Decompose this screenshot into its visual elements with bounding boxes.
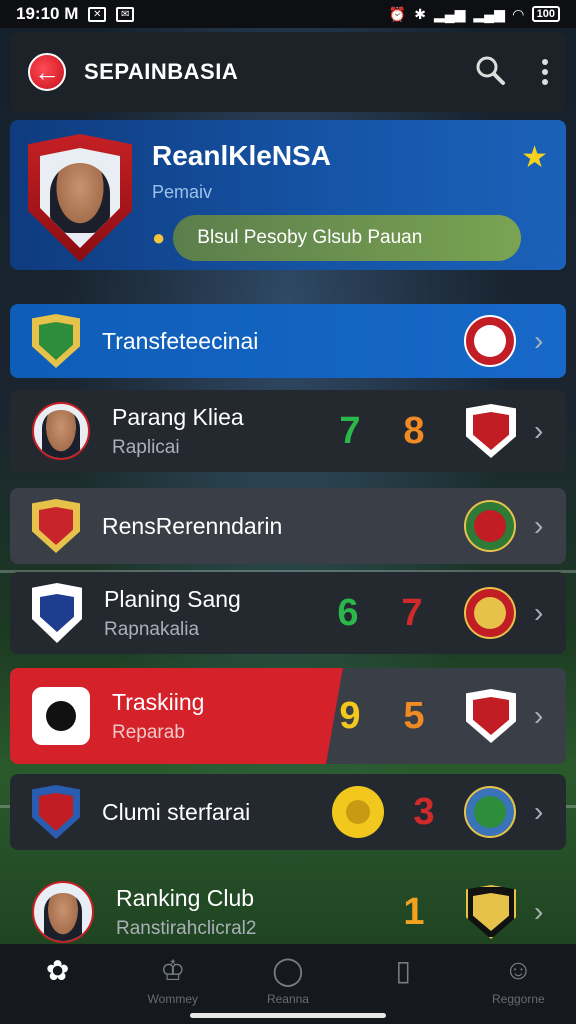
document-icon: ▯ bbox=[395, 955, 411, 986]
score-right: 5 bbox=[403, 694, 425, 737]
row-subtitle: Ranstirahclicral2 bbox=[116, 917, 257, 939]
club-pill-button[interactable]: Blsul Pesoby Glsub Pauan bbox=[173, 215, 522, 261]
score-right: 3 bbox=[413, 790, 435, 833]
nav-docs[interactable]: ▯ bbox=[353, 954, 453, 992]
nav-women[interactable]: ♔ Wommey bbox=[123, 954, 223, 1006]
club-crest-icon bbox=[464, 500, 516, 552]
score-left: 7 bbox=[339, 409, 361, 452]
player-photo bbox=[50, 163, 110, 233]
club-crest-icon bbox=[466, 689, 516, 743]
club-crest-icon bbox=[464, 315, 516, 367]
club-badge-icon bbox=[32, 314, 80, 368]
list-item[interactable]: Parang Kliea Raplicai 7 8 › bbox=[10, 390, 566, 472]
score-left: 6 bbox=[337, 591, 359, 634]
list-item[interactable]: Planing Sang Rapnakalia 6 7 › bbox=[10, 572, 566, 654]
list-item[interactable]: Ranking Club Ranstirahclicral2 1 › bbox=[10, 870, 566, 954]
profile-subtitle: Pemaiv bbox=[152, 182, 213, 202]
club-crest-icon bbox=[466, 885, 516, 939]
chevron-right-icon: › bbox=[534, 597, 544, 628]
chevron-right-icon: › bbox=[534, 325, 544, 356]
player-crest bbox=[28, 134, 132, 262]
search-icon[interactable] bbox=[474, 54, 506, 91]
chevron-right-icon: › bbox=[534, 700, 544, 731]
nav-reanna[interactable]: ◯ Reanna bbox=[238, 954, 338, 1006]
chevron-right-icon: › bbox=[534, 796, 544, 827]
club-badge-icon bbox=[32, 687, 90, 745]
avatar bbox=[32, 881, 94, 943]
row-title: Ranking Club bbox=[116, 884, 255, 911]
chevron-right-icon: › bbox=[534, 896, 544, 927]
avatar bbox=[32, 402, 90, 460]
ball-icon: ◯ bbox=[272, 955, 304, 986]
signal-icon-2: ▂▄▆ bbox=[473, 5, 505, 22]
list-item[interactable]: RensRerenndarin › bbox=[10, 488, 566, 564]
club-badge-icon bbox=[32, 499, 80, 553]
club-crest-icon bbox=[464, 587, 516, 639]
nav-label: Wommey bbox=[147, 992, 198, 1006]
status-bar: 19:10 M ✕ ✉ ⏰ ✱ ▂▄▆ ▂▄▆ ◠ 100 bbox=[0, 0, 576, 28]
nav-label: Reanna bbox=[266, 992, 309, 1006]
duck-icon: ● bbox=[152, 225, 166, 250]
row-title: Planing Sang bbox=[104, 585, 241, 612]
row-subtitle: Reparab bbox=[112, 721, 185, 743]
score-right: 1 bbox=[403, 890, 425, 933]
mail-icon: ✉ bbox=[116, 6, 135, 22]
row-title: Transfeteecinai bbox=[102, 327, 259, 354]
nav-label: Reggorne bbox=[491, 992, 545, 1006]
club-crest-icon bbox=[464, 786, 516, 838]
user-icon: ☺ bbox=[504, 954, 533, 985]
wifi-icon: ◠ bbox=[512, 5, 524, 22]
bluetooth-icon: ✱ bbox=[414, 5, 426, 22]
battery-icon: 100 bbox=[531, 6, 560, 22]
home-indicator[interactable] bbox=[190, 1013, 386, 1018]
community-icon: ✿ bbox=[45, 955, 70, 986]
alarm-icon: ⏰ bbox=[388, 5, 407, 22]
score-right: 8 bbox=[403, 409, 425, 452]
row-title: Traskiing bbox=[112, 688, 205, 715]
nav-home[interactable]: ✿ bbox=[8, 954, 108, 992]
club-badge-icon bbox=[32, 583, 82, 643]
row-subtitle: Raplicai bbox=[112, 436, 180, 458]
score-right: 7 bbox=[401, 591, 423, 634]
row-title: Parang Kliea bbox=[112, 403, 244, 430]
trophy-icon bbox=[332, 786, 384, 838]
row-subtitle: Rapnakalia bbox=[104, 618, 200, 640]
trophy-icon: ♔ bbox=[160, 955, 186, 986]
score-left: 9 bbox=[339, 694, 361, 737]
row-title: RensRerenndarin bbox=[102, 512, 283, 539]
list-item[interactable]: Clumi sterfarai 3 › bbox=[10, 774, 566, 850]
notification-x-icon: ✕ bbox=[88, 6, 107, 22]
profile-name: ReanlKleNSA bbox=[152, 140, 331, 171]
chevron-right-icon: › bbox=[534, 415, 544, 446]
profile-card[interactable]: ReanlKleNSA Pemaiv ● Blsul Pesoby Glsub … bbox=[10, 120, 566, 270]
status-time: 19:10 M bbox=[16, 4, 79, 23]
favorite-star-icon[interactable]: ★ bbox=[521, 140, 548, 175]
signal-icon: ▂▄▆ bbox=[433, 5, 466, 22]
bottom-nav: ✿ ♔ Wommey ◯ Reanna ▯ ☺ Reggorne bbox=[0, 944, 576, 1024]
back-button[interactable]: ← bbox=[28, 53, 66, 91]
app-title: SEPAINBASIA bbox=[84, 59, 239, 84]
list-item[interactable]: Traskiing Reparab 9 5 › bbox=[10, 668, 566, 764]
more-menu-icon[interactable] bbox=[542, 59, 548, 85]
club-badge-icon bbox=[32, 785, 80, 839]
list-item[interactable]: Transfeteecinai › bbox=[10, 304, 566, 378]
row-title: Clumi sterfarai bbox=[102, 798, 251, 825]
nav-profile[interactable]: ☺ Reggorne bbox=[468, 954, 568, 1006]
arrow-left-icon: ← bbox=[34, 56, 60, 87]
app-bar: ← SEPAINBASIA bbox=[10, 32, 566, 112]
chevron-right-icon: › bbox=[534, 510, 544, 541]
club-crest-icon bbox=[466, 404, 516, 458]
